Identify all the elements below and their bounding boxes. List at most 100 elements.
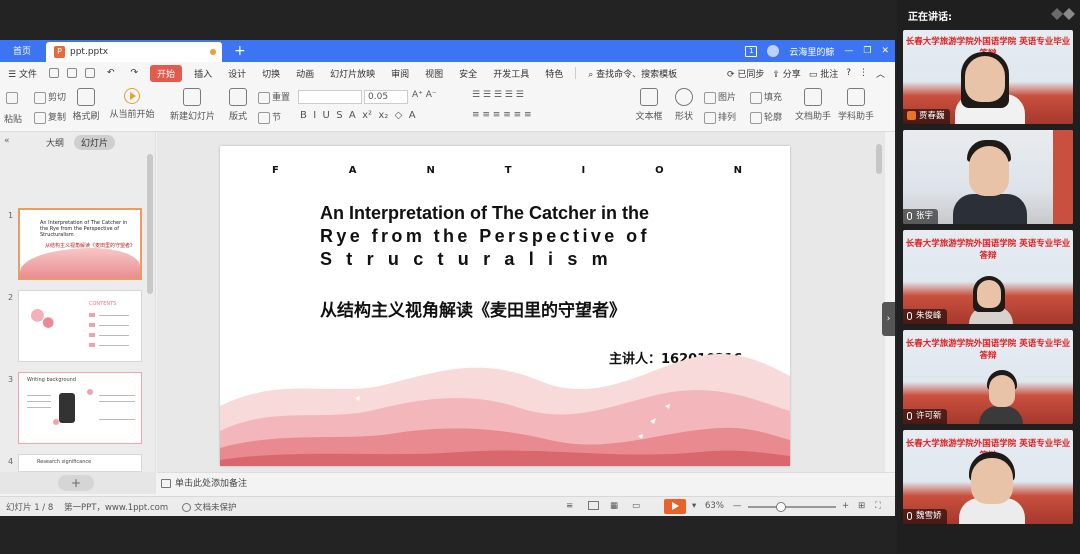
new-tab-button[interactable]: +: [234, 42, 246, 60]
scrollbar-thumb[interactable]: [876, 144, 882, 174]
redo-icon[interactable]: ↷: [123, 68, 147, 78]
shape-button[interactable]: 形状: [670, 88, 698, 122]
play-from-current-button[interactable]: 从当前开始: [108, 88, 156, 120]
zoom-level[interactable]: 63%: [705, 501, 724, 511]
command-search[interactable]: ⌕ 查找命令、搜索模板: [580, 67, 685, 80]
tab-review[interactable]: 审阅: [383, 67, 417, 80]
zoom-in-icon[interactable]: +: [842, 501, 849, 511]
format-painter-button[interactable]: 格式刷: [70, 88, 102, 122]
file-menu[interactable]: ☰ 文件: [0, 67, 45, 80]
fit-window-icon[interactable]: ⊞: [858, 501, 865, 511]
academic-assistant-icon: [847, 88, 865, 106]
close-icon[interactable]: ✕: [881, 46, 889, 56]
zoom-slider-knob[interactable]: [776, 502, 786, 512]
academic-assistant-button[interactable]: 学科助手: [836, 88, 876, 122]
tab-design[interactable]: 设计: [220, 67, 254, 80]
tab-transition[interactable]: 切换: [254, 67, 288, 80]
reset-button[interactable]: 重置: [258, 90, 290, 104]
outline-button[interactable]: 轮廓: [750, 110, 782, 124]
help-icon[interactable]: ?: [846, 68, 851, 78]
restore-icon[interactable]: ❐: [863, 46, 871, 56]
participant-video-tile[interactable]: 张宇: [903, 130, 1073, 224]
grow-font-icon[interactable]: A⁺ A⁻: [412, 90, 437, 100]
fullscreen-icon[interactable]: ⛶: [875, 501, 881, 511]
minimize-icon[interactable]: —: [844, 46, 853, 56]
more-icon[interactable]: ⋮: [859, 68, 868, 78]
comment-button[interactable]: ▭ 批注: [809, 67, 838, 80]
slide-thumbnail[interactable]: CONTENTS: [18, 290, 142, 362]
participant-video-tile[interactable]: 长春大学旅游学院外国语学院 英语专业毕业答辩 贾春巍: [903, 30, 1073, 124]
participant-video-tile[interactable]: 长春大学旅游学院外国语学院 英语专业毕业答辩 许可新: [903, 330, 1073, 424]
expand-right-panel-icon[interactable]: ›: [882, 302, 895, 336]
dropdown-icon[interactable]: ▾: [692, 501, 696, 511]
tab-animation[interactable]: 动画: [288, 67, 322, 80]
tab-features[interactable]: 特色: [537, 67, 571, 80]
add-slide-button[interactable]: +: [58, 475, 94, 491]
tab-insert[interactable]: 插入: [186, 67, 220, 80]
normal-view-icon[interactable]: [588, 501, 599, 511]
slide-thumbnail[interactable]: An Interpretation of The Catcher in the …: [18, 208, 142, 280]
copy-button[interactable]: 复制: [34, 110, 66, 124]
new-slide-button[interactable]: 新建幻灯片: [170, 88, 215, 122]
slideshow-play-button[interactable]: [664, 499, 686, 514]
layout-switch-icon[interactable]: [1049, 4, 1077, 24]
thumbnail-row[interactable]: 2 CONTENTS: [0, 290, 150, 365]
align-icons[interactable]: ≡ ≡ ≡ ≡ ≡ ≡: [472, 110, 532, 120]
notes-toggle-icon[interactable]: ≡: [566, 501, 573, 511]
document-tab[interactable]: P ppt.pptx: [46, 42, 222, 62]
synced-status[interactable]: ⟳ 已同步: [727, 67, 764, 80]
tab-outline[interactable]: 大纲: [46, 136, 64, 149]
thumbnail-row[interactable]: 4 Research significance: [0, 454, 150, 472]
protection-status[interactable]: 文档未保护: [182, 501, 237, 513]
font-family-select[interactable]: [298, 90, 362, 104]
thumbnail-scrollbar[interactable]: [147, 154, 153, 294]
layout-button[interactable]: 版式: [224, 88, 252, 122]
preview-icon[interactable]: [84, 68, 95, 78]
paragraph-icons[interactable]: ☰ ☰ ☰ ☰ ☰: [472, 90, 524, 100]
doc-assistant-button[interactable]: 文档助手: [794, 88, 832, 122]
zoom-out-icon[interactable]: —: [733, 501, 742, 511]
share-button[interactable]: ⇪ 分享: [772, 67, 800, 80]
slide-chinese-title[interactable]: 从结构主义视角解读《麦田里的守望者》: [320, 296, 626, 321]
badge-icon[interactable]: 1: [745, 45, 758, 57]
slide-vertical-scrollbar[interactable]: [875, 136, 883, 466]
zoom-slider[interactable]: [748, 502, 836, 512]
slide-english-title[interactable]: An Interpretation of The Catcher in the …: [320, 202, 700, 271]
cloud-user-name[interactable]: 云海里的鲸: [789, 45, 834, 58]
section-button[interactable]: 节: [258, 110, 281, 124]
paste-button[interactable]: [6, 92, 20, 104]
participant-video-tile[interactable]: 长春大学旅游学院外国语学院 英语专业毕业答辩 魏雪娇: [903, 430, 1073, 524]
collapse-ribbon-icon[interactable]: ︿: [876, 67, 885, 80]
tab-slides[interactable]: 幻灯片: [74, 135, 116, 150]
tab-security[interactable]: 安全: [451, 67, 485, 80]
home-tab[interactable]: 首页: [0, 42, 44, 62]
textbox-button[interactable]: 文本框: [634, 88, 664, 122]
save-icon[interactable]: [48, 68, 59, 78]
participant-video-tile[interactable]: 长春大学旅游学院外国语学院 英语专业毕业答辩 朱俊峰: [903, 230, 1073, 324]
fill-button[interactable]: 填充: [750, 90, 782, 104]
reading-view-icon[interactable]: ▭: [632, 501, 640, 511]
image-button[interactable]: 图片: [704, 90, 736, 104]
paste-label[interactable]: 粘贴: [4, 112, 22, 125]
fill-icon: [750, 91, 762, 104]
collapse-panel-icon[interactable]: «: [4, 136, 10, 146]
thumbnail-number: 4: [8, 457, 14, 466]
undo-icon[interactable]: ↶: [99, 68, 123, 78]
slide-thumbnail[interactable]: Writing background: [18, 372, 142, 444]
text-style-buttons[interactable]: B I U S A x² x₂ ◇ A: [300, 110, 416, 121]
print-icon[interactable]: [66, 68, 77, 78]
sorter-view-icon[interactable]: ▦: [610, 501, 618, 511]
arrange-button[interactable]: 排列: [704, 110, 736, 124]
notes-bar[interactable]: 单击此处添加备注: [157, 472, 895, 494]
avatar-icon[interactable]: [767, 45, 780, 57]
slide-thumbnail[interactable]: Research significance: [18, 454, 142, 472]
current-slide[interactable]: F A N T I O N An Interpretation of The C…: [220, 146, 790, 466]
tab-view[interactable]: 视图: [417, 67, 451, 80]
tab-developer[interactable]: 开发工具: [485, 67, 537, 80]
thumbnail-row[interactable]: 3 Writing background: [0, 372, 150, 447]
font-size-select[interactable]: 0.05: [364, 90, 408, 104]
tab-slideshow[interactable]: 幻灯片放映: [322, 67, 383, 80]
thumbnail-row[interactable]: 1 An Interpretation of The Catcher in th…: [0, 208, 150, 283]
tab-start[interactable]: 开始: [150, 64, 183, 82]
cut-button[interactable]: 剪切: [34, 90, 66, 104]
